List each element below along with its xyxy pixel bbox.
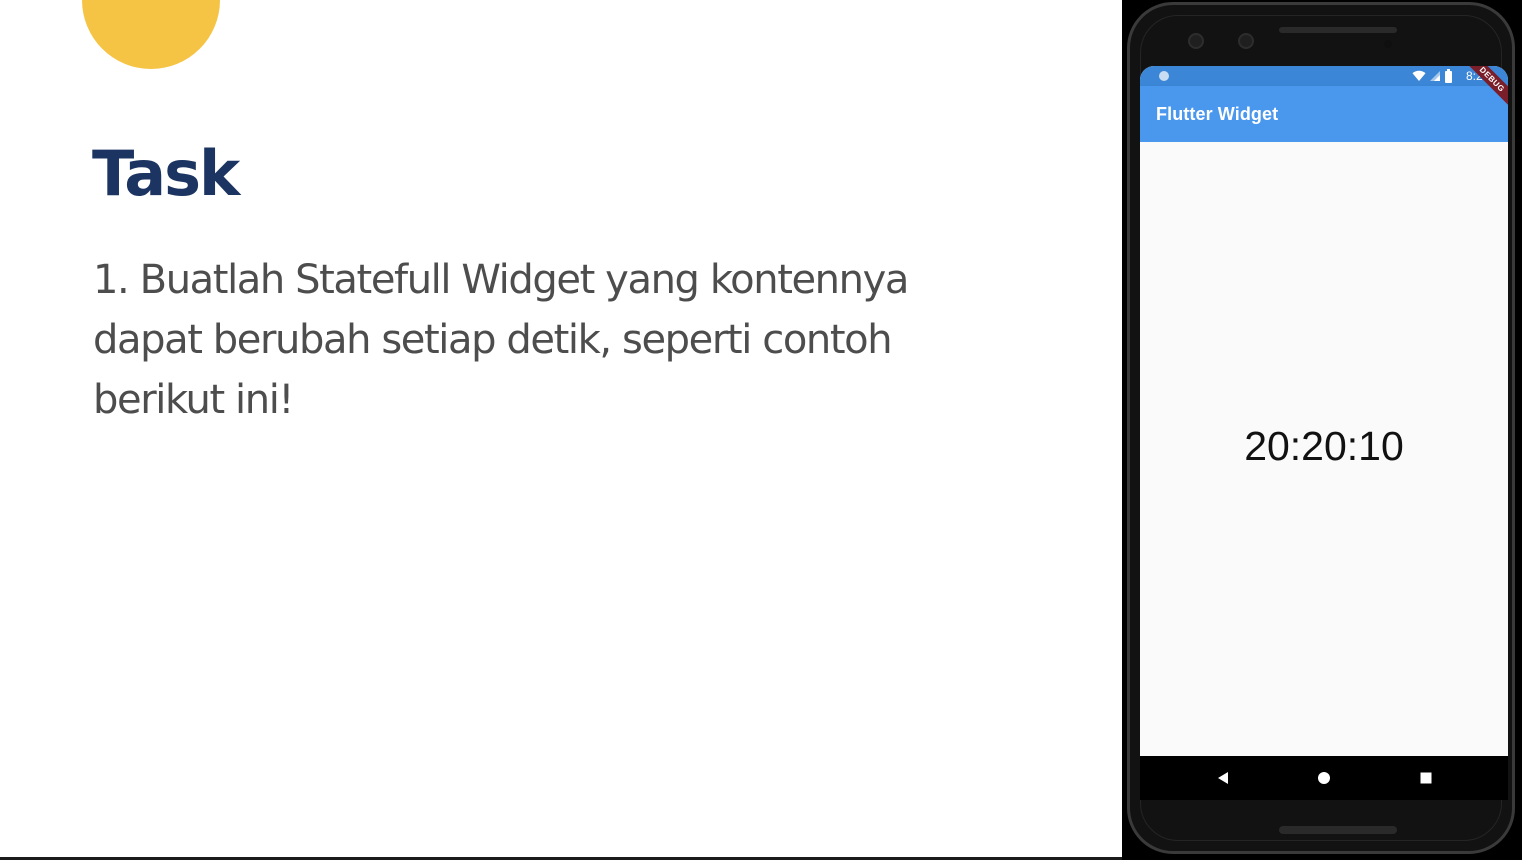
- task-description: 1. Buatlah Statefull Widget yang kontenn…: [93, 257, 909, 423]
- navigation-bar: [1140, 756, 1508, 800]
- signal-icon: [1430, 71, 1440, 81]
- clock-display: 20:20:10: [1244, 423, 1404, 469]
- wifi-icon: [1412, 70, 1426, 81]
- home-icon: [1318, 772, 1330, 784]
- front-camera-icon: [1188, 33, 1204, 49]
- app-body: 20:20:10: [1140, 142, 1508, 756]
- status-icons: [1412, 68, 1453, 84]
- phone-screen: 8:20 Flutter Widget DEBUG 20:20:10: [1140, 66, 1508, 800]
- status-bar: 8:20: [1140, 66, 1508, 86]
- back-icon: [1218, 772, 1228, 784]
- recent-apps-icon: [1420, 772, 1432, 784]
- recent-apps-button[interactable]: [1404, 756, 1448, 800]
- slide-title: Task: [92, 137, 240, 210]
- app-bar-title: Flutter Widget: [1156, 104, 1279, 124]
- back-button[interactable]: [1201, 756, 1245, 800]
- proximity-sensor: [1384, 40, 1392, 48]
- front-sensor-icon: [1238, 33, 1254, 49]
- battery-icon: [1445, 69, 1452, 83]
- status-dot-icon: [1159, 71, 1169, 81]
- home-button[interactable]: [1302, 756, 1346, 800]
- app-bar: Flutter Widget: [1140, 86, 1508, 142]
- earpiece-speaker: [1279, 27, 1397, 33]
- bottom-speaker: [1279, 826, 1397, 834]
